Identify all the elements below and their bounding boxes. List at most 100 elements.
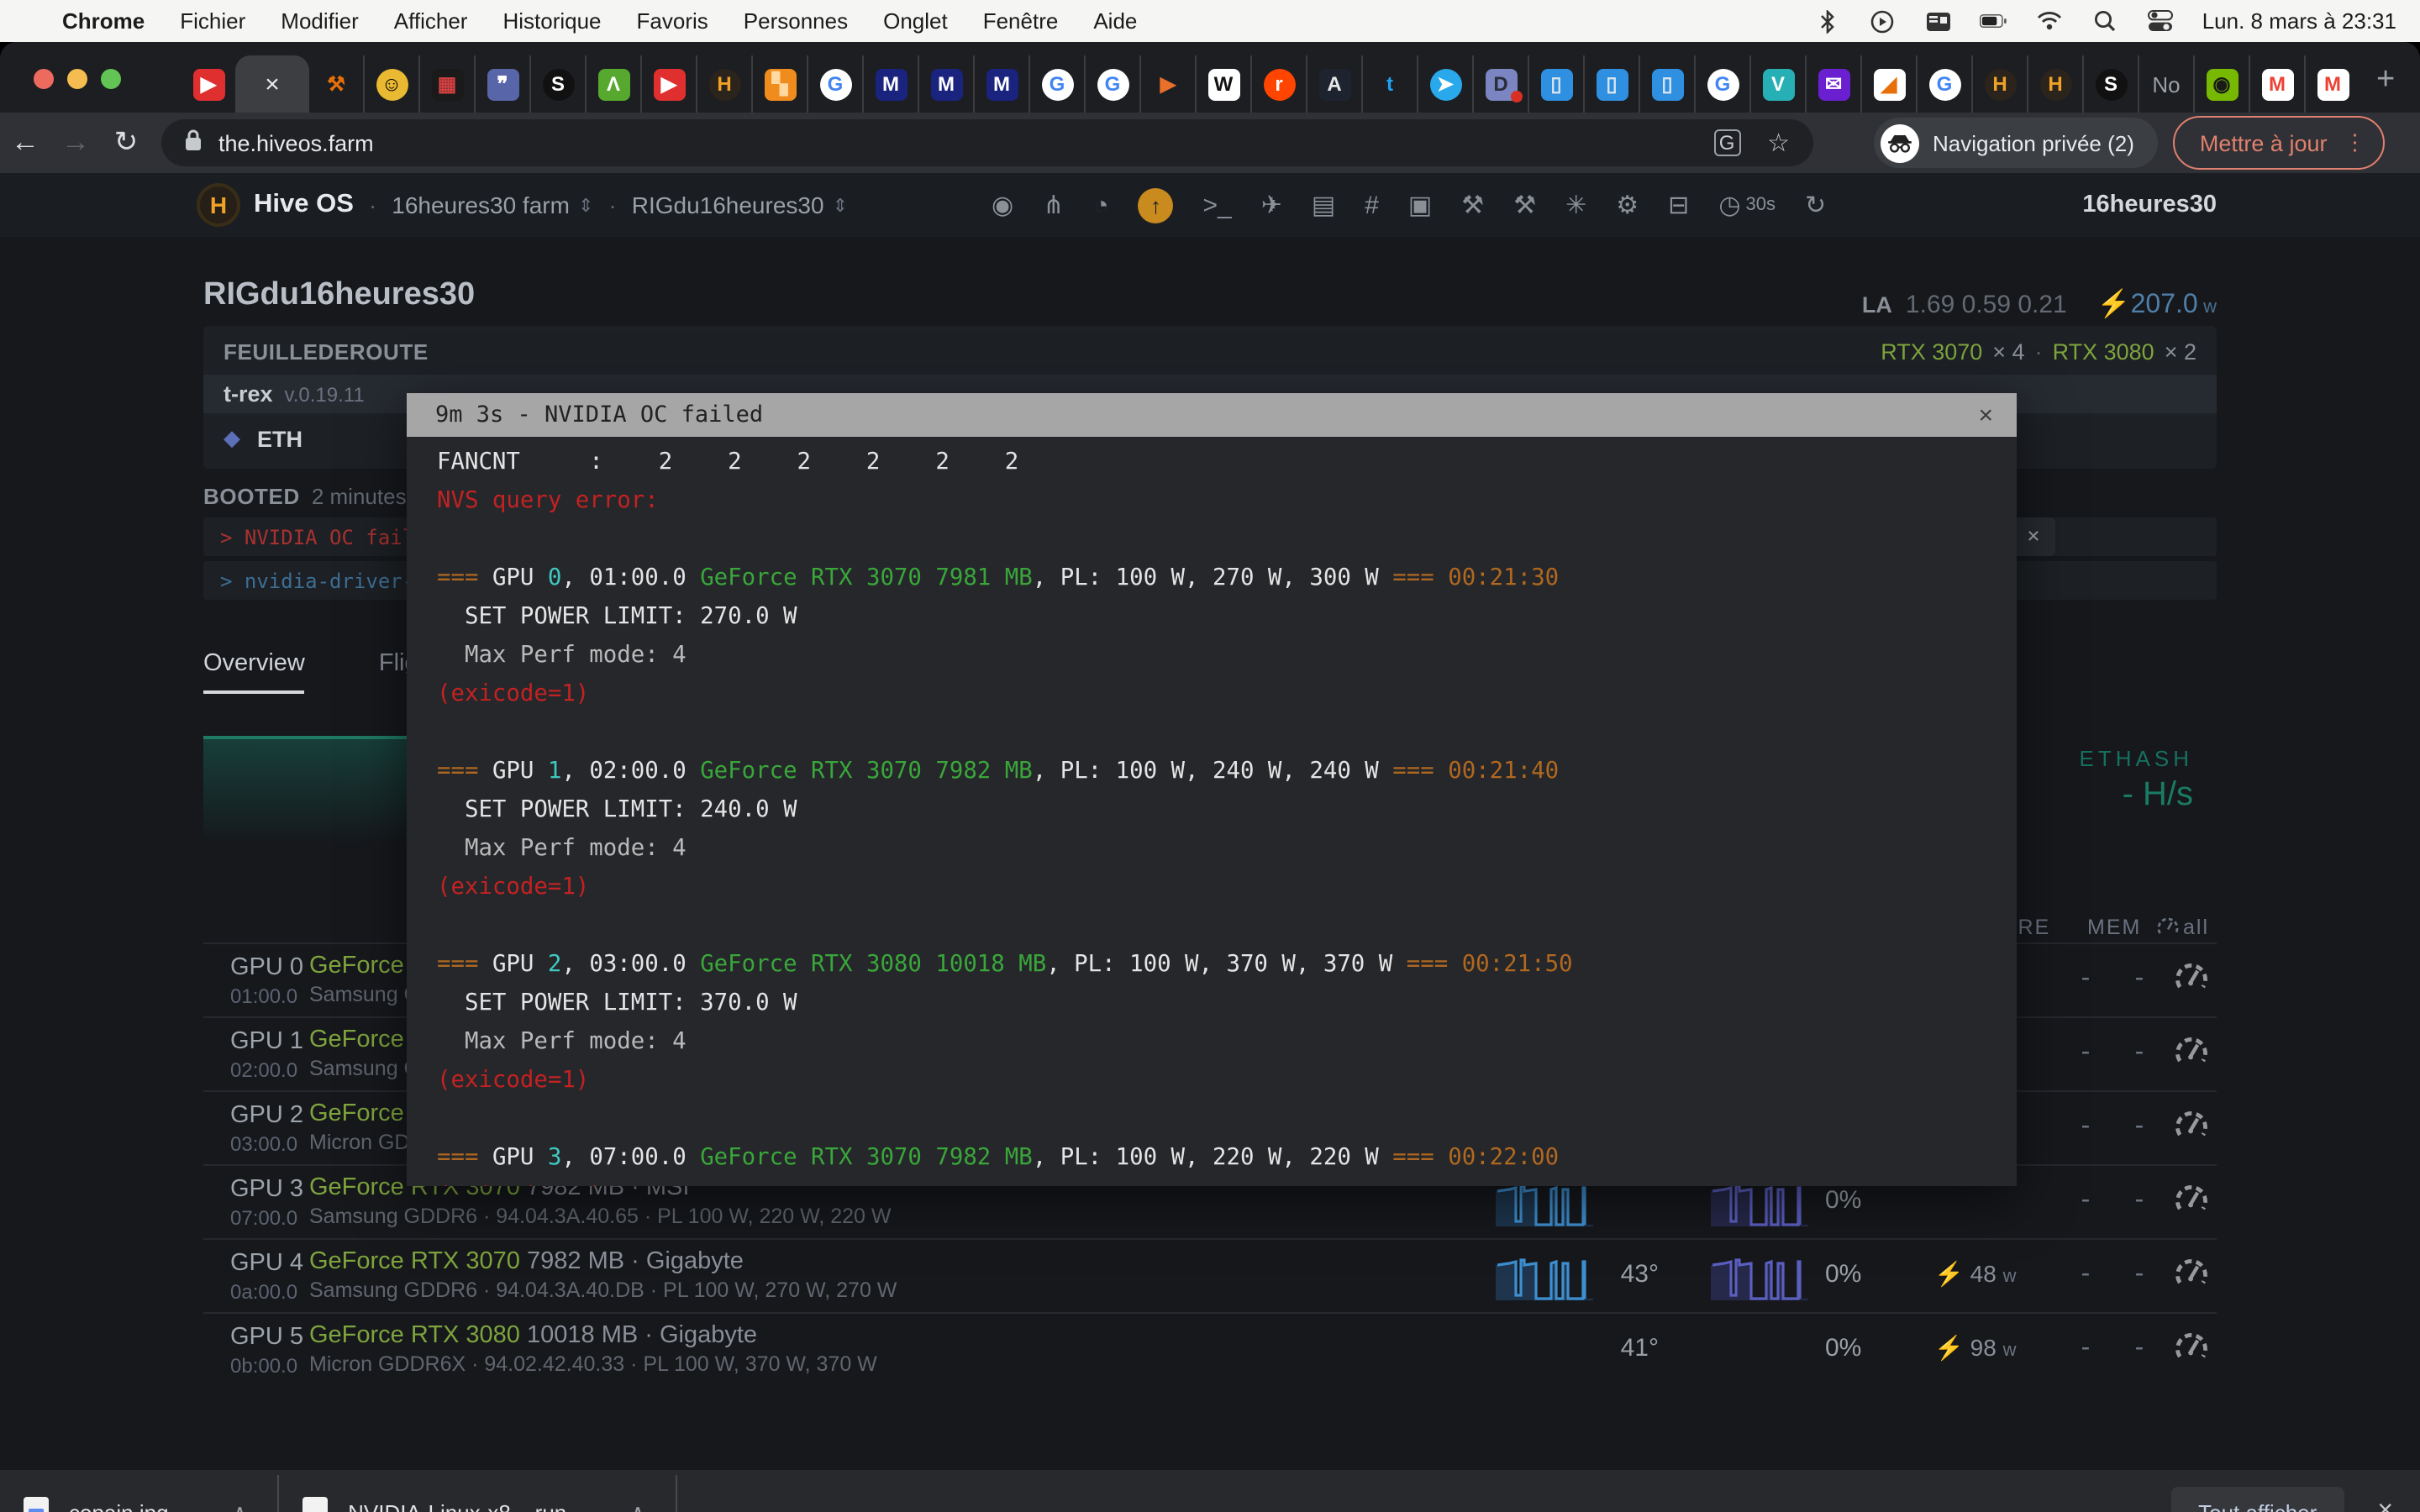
fan-icon[interactable]: ✳ <box>1565 192 1586 218</box>
screen-off-icon[interactable]: ⊟ <box>1668 192 1689 218</box>
tab-m-site[interactable]: M <box>862 55 918 113</box>
stats-pie-icon[interactable]: ◔ <box>1093 192 1108 218</box>
download-item[interactable]: NVIDIA-Linux-x8....run∧ <box>279 1470 676 1512</box>
tab-mining-hammers[interactable]: ⚒ <box>309 55 363 113</box>
tab-reddit[interactable]: r <box>1250 55 1306 113</box>
tab-hiveos[interactable]: H <box>2027 55 2082 113</box>
keyboard-settings-icon[interactable] <box>1925 9 1952 33</box>
bluetooth-icon[interactable] <box>1814 9 1841 33</box>
active-tab[interactable]: × <box>235 55 309 113</box>
rig-selector[interactable]: RIGdu16heures30 <box>632 192 824 218</box>
tab-youtube[interactable]: ▶ <box>640 55 696 113</box>
tab-chat-app[interactable]: ❞ <box>474 55 529 113</box>
tab-m-site[interactable]: M <box>918 55 973 113</box>
rig-selector-arrows-icon[interactable]: ⇕ <box>833 194 848 216</box>
tab-hiveos[interactable]: H <box>1971 55 2027 113</box>
tab-doc-orange[interactable]: ◢ <box>1860 55 1916 113</box>
tab-gmail[interactable]: M <box>2249 55 2304 113</box>
menubar-item-aide[interactable]: Aide <box>1093 8 1137 34</box>
refresh-icon[interactable]: ↻ <box>1805 192 1826 218</box>
zoom-window-button[interactable] <box>101 69 121 89</box>
tab-glitch-art[interactable]: ▦ <box>418 55 474 113</box>
tab-google[interactable]: G <box>807 55 862 113</box>
menubar-item-historique[interactable]: Historique <box>502 8 601 34</box>
tab-monitor-app[interactable]: ▯ <box>1528 55 1583 113</box>
downloads-close-icon[interactable]: × <box>2377 1497 2393 1512</box>
close-window-button[interactable] <box>34 69 54 89</box>
bookmark-star-icon[interactable]: ☆ <box>1767 128 1790 158</box>
shell-icon[interactable]: >_ <box>1202 192 1231 218</box>
gpu-gauge-icon[interactable] <box>2173 1329 2210 1374</box>
tab-telegram[interactable]: ➤ <box>1417 55 1472 113</box>
gpu-gauge-icon[interactable] <box>2173 1033 2210 1079</box>
tab-discord[interactable]: D <box>1472 55 1528 113</box>
tab-google[interactable]: G <box>1916 55 1971 113</box>
tab-hiveos[interactable]: H <box>696 55 751 113</box>
spotlight-search-icon[interactable] <box>2091 9 2118 33</box>
tab-coin-smiley[interactable]: ☺ <box>363 55 418 113</box>
translate-icon[interactable]: G <box>1713 129 1740 156</box>
power-icon[interactable]: ◉ <box>992 192 1013 218</box>
reboot-fork-icon[interactable]: ⋔ <box>1043 192 1064 218</box>
show-all-downloads-button[interactable]: Tout afficher <box>2171 1487 2344 1512</box>
tab-google[interactable]: G <box>1084 55 1139 113</box>
tab-twitter[interactable]: t <box>1361 55 1417 113</box>
menubar-item-afficher[interactable]: Afficher <box>394 8 468 34</box>
incognito-badge[interactable]: Navigation privée (2) <box>1874 118 2158 168</box>
hiveos-brand[interactable]: Hive OS <box>254 190 354 220</box>
tools-icon[interactable]: ⚙ <box>1616 192 1639 218</box>
menubar-item-modifier[interactable]: Modifier <box>281 8 359 34</box>
modal-close-icon[interactable]: × <box>1978 401 1993 429</box>
back-button[interactable]: ← <box>0 126 50 160</box>
gpu-gauge-icon[interactable] <box>2173 1107 2210 1152</box>
new-tab-button[interactable]: + <box>2376 62 2395 99</box>
tab-play-orange[interactable]: ▶ <box>1139 55 1195 113</box>
gpu-gauge-icon[interactable] <box>2173 1181 2210 1226</box>
menubar-item-personnes[interactable]: Personnes <box>744 8 848 34</box>
tab-swirl-site[interactable]: S <box>529 55 585 113</box>
tab-youtube[interactable]: ▶ <box>182 55 235 113</box>
miner-icon[interactable]: ⚒ <box>1513 192 1536 218</box>
wifi-icon[interactable] <box>2036 9 2063 33</box>
tab-google[interactable]: G <box>1694 55 1749 113</box>
menubar-item-onglet[interactable]: Onglet <box>883 8 948 34</box>
tab-swirl-site[interactable]: S <box>2082 55 2138 113</box>
upgrade-icon[interactable]: ↑ <box>1138 187 1173 223</box>
modal-console[interactable]: FANCNT : 2 2 2 2 2 2NVS query error: ===… <box>407 437 2017 1186</box>
control-center-icon[interactable] <box>2147 9 2174 33</box>
hashtag-icon[interactable]: # <box>1365 192 1379 218</box>
tab-pixel-orange[interactable]: ▚ <box>751 55 807 113</box>
tab-wikipedia[interactable]: W <box>1195 55 1250 113</box>
menubar-item-fenêtre[interactable]: Fenêtre <box>983 8 1059 34</box>
tab-tab-no[interactable]: No <box>2138 55 2193 113</box>
console-row-close-icon[interactable]: × <box>2012 517 2055 556</box>
tab-gmail[interactable]: M <box>2304 55 2360 113</box>
minimize-window-button[interactable] <box>67 69 87 89</box>
tab-nvidia[interactable]: ◉ <box>2193 55 2249 113</box>
tab-monitor-app[interactable]: ▯ <box>1583 55 1639 113</box>
tab-mail-purple[interactable]: ✉ <box>1805 55 1860 113</box>
download-chevron-icon[interactable]: ∧ <box>630 1500 645 1512</box>
tab-close-icon[interactable]: × <box>265 70 280 98</box>
menubar-item-fichier[interactable]: Fichier <box>180 8 245 34</box>
modal-titlebar[interactable]: 9m 3s - NVIDIA OC failed × <box>407 393 2017 437</box>
tab-overview[interactable]: Overview <box>203 650 305 694</box>
farm-selector[interactable]: 16heures30 farm <box>392 192 570 218</box>
pickaxe-icon[interactable]: ⚒ <box>1461 192 1484 218</box>
tab-lambda-green[interactable]: Λ <box>585 55 640 113</box>
gpu-gauge-icon[interactable] <box>2173 1255 2210 1300</box>
gpu-gauge-icon[interactable] <box>2173 959 2210 1005</box>
download-chevron-icon[interactable]: ∧ <box>233 1500 248 1512</box>
update-chrome-button[interactable]: Mettre à jour ⋮ <box>2173 116 2385 170</box>
timer-icon[interactable]: ◷30s <box>1718 192 1776 218</box>
network-icon[interactable]: ▤ <box>1312 192 1335 218</box>
tab-m-site[interactable]: M <box>973 55 1028 113</box>
farm-selector-arrows-icon[interactable]: ⇕ <box>578 194 593 216</box>
flight-sheet-name[interactable]: FEUILLEDEROUTE <box>224 339 429 365</box>
rocket-icon[interactable]: ✈ <box>1261 192 1282 218</box>
lock-icon[interactable] <box>185 129 202 156</box>
tab-a-tower[interactable]: A <box>1306 55 1361 113</box>
menubar-clock[interactable]: Lun. 8 mars à 23:31 <box>2202 8 2396 34</box>
hiveos-logo-icon[interactable]: H <box>197 183 240 227</box>
account-name[interactable]: 16heures30 <box>2082 192 2217 218</box>
